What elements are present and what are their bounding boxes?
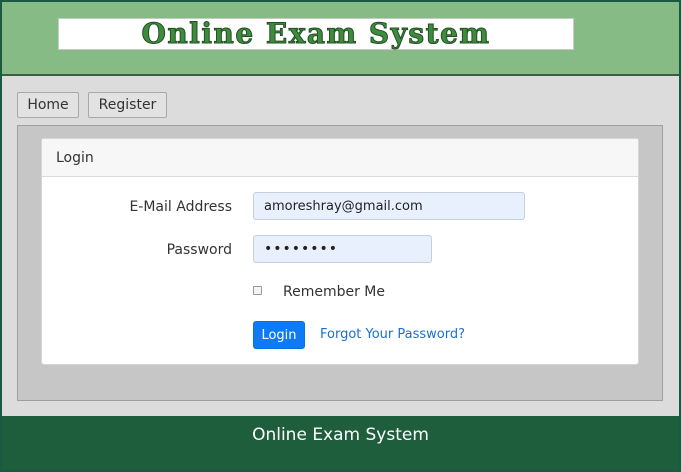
- home-button[interactable]: Home: [17, 92, 79, 118]
- app-frame: Online Exam System Home Register Login E…: [0, 0, 681, 472]
- register-button[interactable]: Register: [88, 92, 167, 118]
- email-label: E-Mail Address: [129, 199, 232, 215]
- login-card: Login E-Mail Address amoreshray@gmail.co…: [41, 138, 639, 365]
- password-label: Password: [166, 242, 232, 258]
- page-header: Online Exam System: [2, 2, 679, 76]
- forgot-password-link[interactable]: Forgot Your Password?: [320, 327, 465, 342]
- login-card-title: Login: [56, 149, 94, 166]
- remember-me-label[interactable]: Remember Me: [283, 284, 385, 300]
- page-footer: Online Exam System: [2, 416, 679, 470]
- site-logo-text: Online Exam System: [141, 17, 491, 50]
- content-panel: Login E-Mail Address amoreshray@gmail.co…: [17, 125, 663, 401]
- footer-text: Online Exam System: [252, 425, 429, 445]
- remember-me-checkbox[interactable]: [253, 286, 262, 295]
- site-logo: Online Exam System: [58, 18, 574, 50]
- email-field[interactable]: amoreshray@gmail.com: [253, 192, 525, 220]
- password-field[interactable]: ••••••••: [253, 235, 432, 263]
- login-button[interactable]: Login: [253, 321, 305, 349]
- login-card-header: Login: [42, 139, 638, 177]
